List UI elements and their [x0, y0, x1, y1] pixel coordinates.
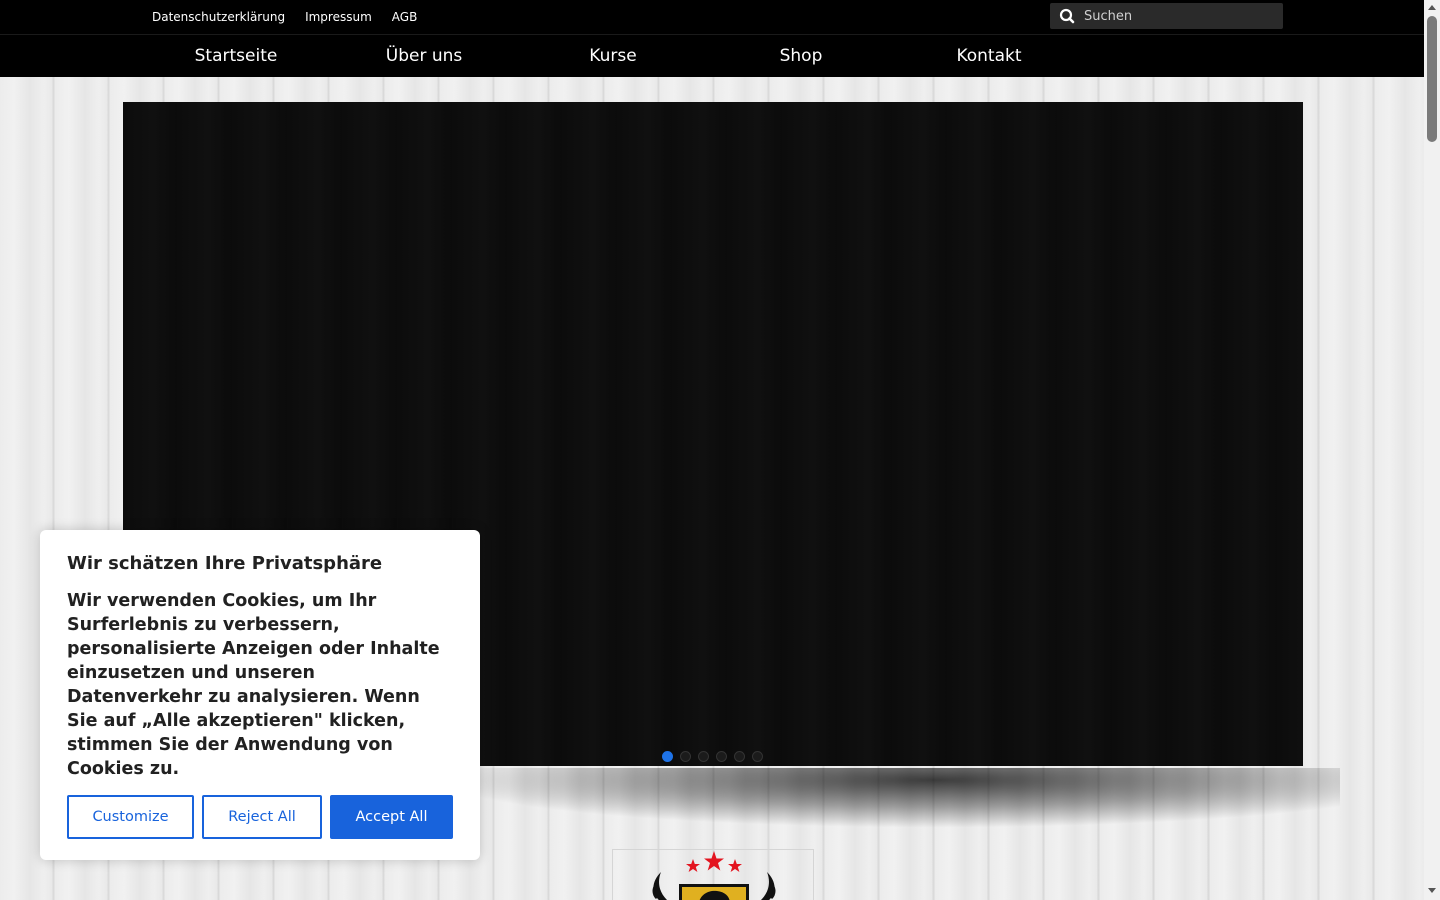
top-links: Datenschutzerklärung Impressum AGB	[152, 0, 437, 34]
terms-link[interactable]: AGB	[392, 10, 418, 24]
cookie-consent-banner: Wir schätzen Ihre Privatsphäre Wir verwe…	[40, 530, 480, 860]
slider-dot-6[interactable]	[752, 751, 763, 762]
customize-button[interactable]: Customize	[67, 795, 194, 839]
slider-pagination	[662, 751, 770, 762]
search-box	[1050, 3, 1283, 29]
slider-dot-1[interactable]	[662, 751, 673, 762]
logo-container	[612, 849, 814, 900]
nav-item-about[interactable]: Über uns	[354, 35, 494, 78]
club-crest-logo[interactable]	[613, 850, 815, 900]
page-scrollbar[interactable]	[1424, 0, 1440, 900]
slider-dot-4[interactable]	[716, 751, 727, 762]
nav-item-home[interactable]: Startseite	[166, 35, 306, 78]
search-input[interactable]	[1084, 8, 1274, 24]
accept-all-button[interactable]: Accept All	[330, 795, 453, 839]
slider-dot-2[interactable]	[680, 751, 691, 762]
main-navigation: Startseite Über uns Kurse Shop Kontakt	[0, 34, 1424, 77]
cookie-banner-title: Wir schätzen Ihre Privatsphäre	[67, 553, 383, 574]
scroll-down-arrow-icon[interactable]	[1428, 888, 1436, 893]
cookie-banner-message: Wir verwenden Cookies, um Ihr Surferlebn…	[67, 591, 440, 779]
imprint-link[interactable]: Impressum	[305, 10, 372, 24]
nav-item-shop[interactable]: Shop	[731, 35, 871, 78]
privacy-policy-link[interactable]: Datenschutzerklärung	[152, 10, 285, 24]
scrollbar-thumb[interactable]	[1427, 16, 1437, 142]
search-icon[interactable]	[1050, 3, 1084, 29]
reject-all-button[interactable]: Reject All	[202, 795, 322, 839]
slider-dot-5[interactable]	[734, 751, 745, 762]
top-bar: Datenschutzerklärung Impressum AGB	[0, 0, 1424, 34]
nav-item-courses[interactable]: Kurse	[543, 35, 683, 78]
slider-dot-3[interactable]	[698, 751, 709, 762]
nav-item-contact[interactable]: Kontakt	[919, 35, 1059, 78]
cookie-banner-actions: Customize Reject All Accept All	[67, 795, 453, 839]
slider-shadow	[440, 768, 1340, 828]
scroll-up-arrow-icon[interactable]	[1428, 5, 1436, 10]
